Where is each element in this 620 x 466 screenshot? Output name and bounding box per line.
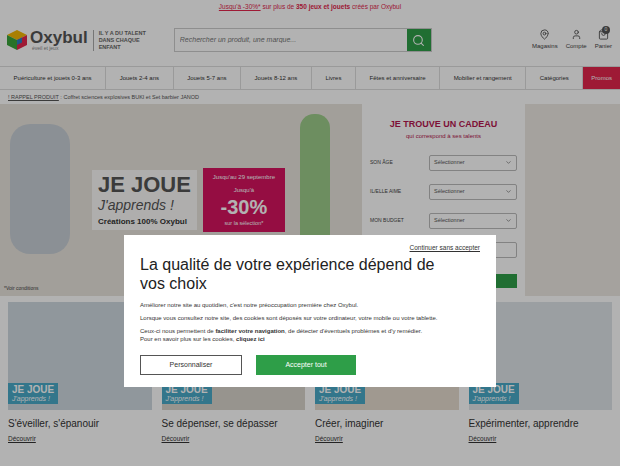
cookie-paragraph: Lorsque vous consultez notre site, des c… <box>140 314 480 322</box>
cookie-dialog: Continuer sans accepter La qualité de vot… <box>124 235 496 387</box>
continue-without-accepting[interactable]: Continuer sans accepter <box>410 243 480 253</box>
page: Jusqu'à -30%* sur plus de 350 jeux et jo… <box>0 0 620 466</box>
accept-all-button[interactable]: Accepter tout <box>256 355 356 375</box>
cookie-paragraph: Améliorer notre site au quotidien, c'est… <box>140 301 480 309</box>
modal-backdrop <box>0 0 620 466</box>
cookie-title: La qualité de votre expérience dépend de… <box>140 255 480 293</box>
customize-button[interactable]: Personnaliser <box>140 355 242 375</box>
cookie-paragraph: Ceux-ci nous permettent de faciliter vot… <box>140 327 480 343</box>
